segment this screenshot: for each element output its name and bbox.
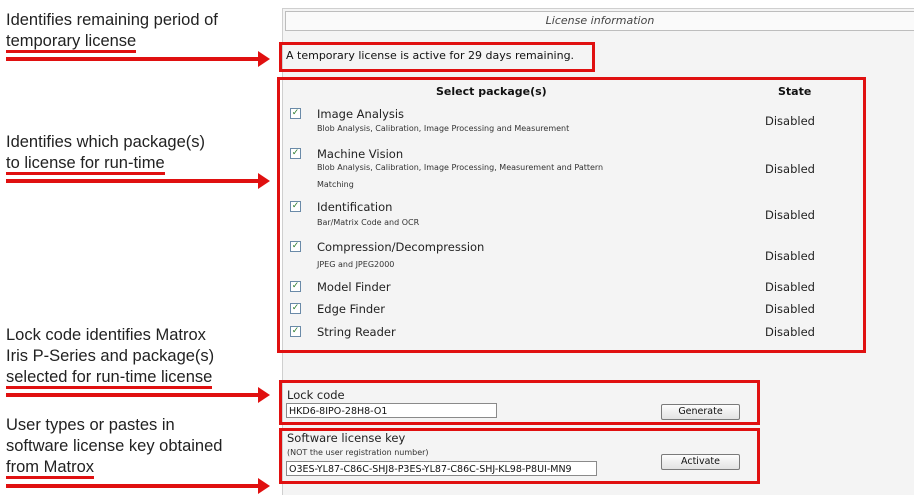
lock-code-field[interactable]: HKD6-8IPO-28H8-O1: [286, 403, 497, 418]
package-checkbox[interactable]: ✓: [290, 148, 301, 159]
package-state: Disabled: [765, 114, 815, 128]
package-name: Edge Finder: [317, 302, 385, 316]
panel-title: License information: [285, 11, 914, 31]
annotation-text: Identifies remaining period of: [6, 11, 218, 29]
annotation-text: Iris P-Series and package(s): [6, 347, 215, 365]
annotation-packages: Identifies which package(s) to license f…: [6, 132, 268, 175]
package-name: Model Finder: [317, 280, 391, 294]
package-description-continued: Matching: [317, 180, 354, 189]
annotation-lock-code: Lock code identifies Matrox Iris P-Serie…: [6, 325, 268, 389]
package-state: Disabled: [765, 302, 815, 316]
annotation-text: User types or pastes in: [6, 416, 175, 434]
package-name: Identification: [317, 200, 393, 214]
package-checkbox[interactable]: ✓: [290, 241, 301, 252]
package-checkbox[interactable]: ✓: [290, 108, 301, 119]
package-state: Disabled: [765, 249, 815, 263]
generate-button[interactable]: Generate: [661, 404, 740, 420]
package-state: Disabled: [765, 208, 815, 222]
package-state: Disabled: [765, 280, 815, 294]
package-name: Machine Vision: [317, 147, 404, 161]
software-key-field[interactable]: O3ES-YL87-C86C-SHJ8-P3ES-YL87-C86C-SHJ-K…: [286, 461, 597, 476]
package-checkbox[interactable]: ✓: [290, 281, 301, 292]
software-key-note: (NOT the user registration number): [287, 448, 429, 457]
package-name: String Reader: [317, 325, 396, 339]
package-description: Blob Analysis, Calibration, Image Proces…: [317, 124, 570, 133]
arrow-4: [6, 478, 270, 494]
annotation-text: selected for run-time license: [6, 368, 213, 389]
package-name: Compression/Decompression: [317, 240, 485, 254]
package-description: JPEG and JPEG2000: [317, 260, 395, 269]
package-state: Disabled: [765, 325, 815, 339]
column-header-state: State: [778, 85, 812, 98]
annotation-temporary-license: Identifies remaining period of temporary…: [6, 10, 268, 53]
arrow-3: [6, 387, 270, 403]
annotation-text: Identifies which package(s): [6, 133, 206, 151]
package-checkbox[interactable]: ✓: [290, 303, 301, 314]
software-key-label: Software license key: [287, 431, 406, 445]
package-checkbox[interactable]: ✓: [290, 201, 301, 212]
package-name: Image Analysis: [317, 107, 405, 121]
activate-button[interactable]: Activate: [661, 454, 740, 470]
annotation-text: to license for run-time: [6, 154, 165, 175]
annotation-text: temporary license: [6, 32, 137, 53]
highlight-temporary-license: [279, 42, 595, 72]
arrow-2: [6, 173, 270, 189]
lock-code-label: Lock code: [287, 388, 345, 402]
package-description: Blob Analysis, Calibration, Image Proces…: [317, 163, 604, 172]
package-checkbox[interactable]: ✓: [290, 326, 301, 337]
annotation-text: Lock code identifies Matrox: [6, 326, 206, 344]
annotation-software-key: User types or pastes in software license…: [6, 415, 268, 479]
annotation-text: from Matrox: [6, 458, 95, 479]
annotation-text: software license key obtained: [6, 437, 223, 455]
column-header-package: Select package(s): [436, 85, 547, 98]
package-description: Bar/Matrix Code and OCR: [317, 218, 420, 227]
arrow-1: [6, 51, 270, 67]
package-state: Disabled: [765, 162, 815, 176]
